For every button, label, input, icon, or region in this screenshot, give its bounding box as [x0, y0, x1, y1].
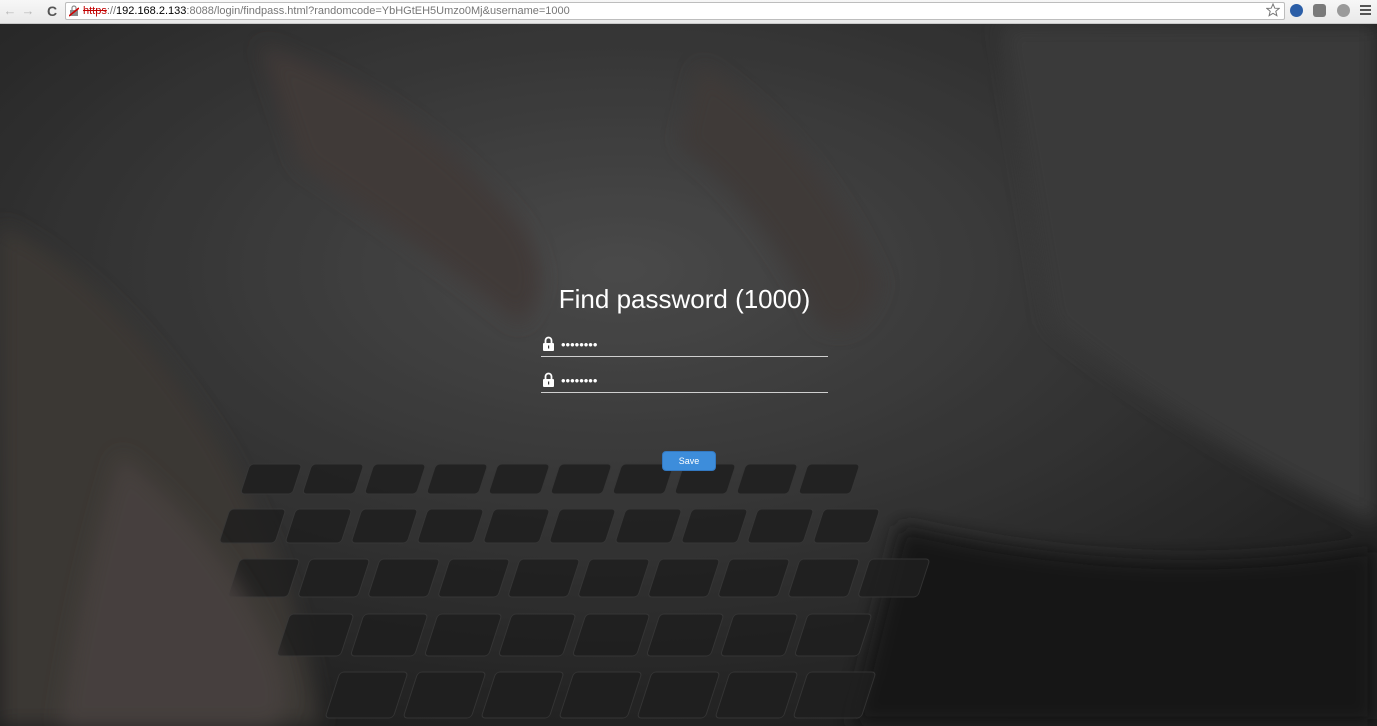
extension-icon[interactable]: [1337, 4, 1350, 17]
extension-icon[interactable]: [1313, 4, 1326, 17]
url-text: https://192.168.2.133:8088/login/findpas…: [83, 3, 570, 19]
back-arrow-icon[interactable]: ←: [2, 3, 18, 19]
new-password-field: [541, 333, 828, 357]
hamburger-menu-icon[interactable]: [1360, 5, 1371, 15]
browser-toolbar: ← → C https://192.168.2.133:8088/login/f…: [0, 0, 1377, 24]
confirm-password-field: [541, 369, 828, 393]
page-title: Find password (1000): [558, 284, 811, 314]
url-separator: ://: [106, 5, 117, 17]
address-bar[interactable]: https://192.168.2.133:8088/login/findpas…: [65, 2, 1285, 20]
url-path: :8088/login/findpass.html?randomcode=YbH…: [186, 5, 570, 17]
url-host: 192.168.2.133: [116, 5, 187, 17]
star-icon[interactable]: [1266, 3, 1280, 17]
extension-icon[interactable]: [1290, 4, 1303, 17]
broken-lock-icon[interactable]: [69, 5, 79, 17]
url-scheme: https: [83, 5, 107, 17]
new-password-input[interactable]: [561, 335, 821, 353]
page-content: Find password (1000) Save: [0, 24, 1377, 726]
save-button[interactable]: Save: [662, 451, 716, 471]
lock-icon: [543, 336, 554, 351]
forward-arrow-icon[interactable]: →: [20, 3, 36, 19]
reload-icon[interactable]: C: [44, 3, 60, 19]
confirm-password-input[interactable]: [561, 371, 821, 389]
lock-icon: [543, 372, 554, 387]
